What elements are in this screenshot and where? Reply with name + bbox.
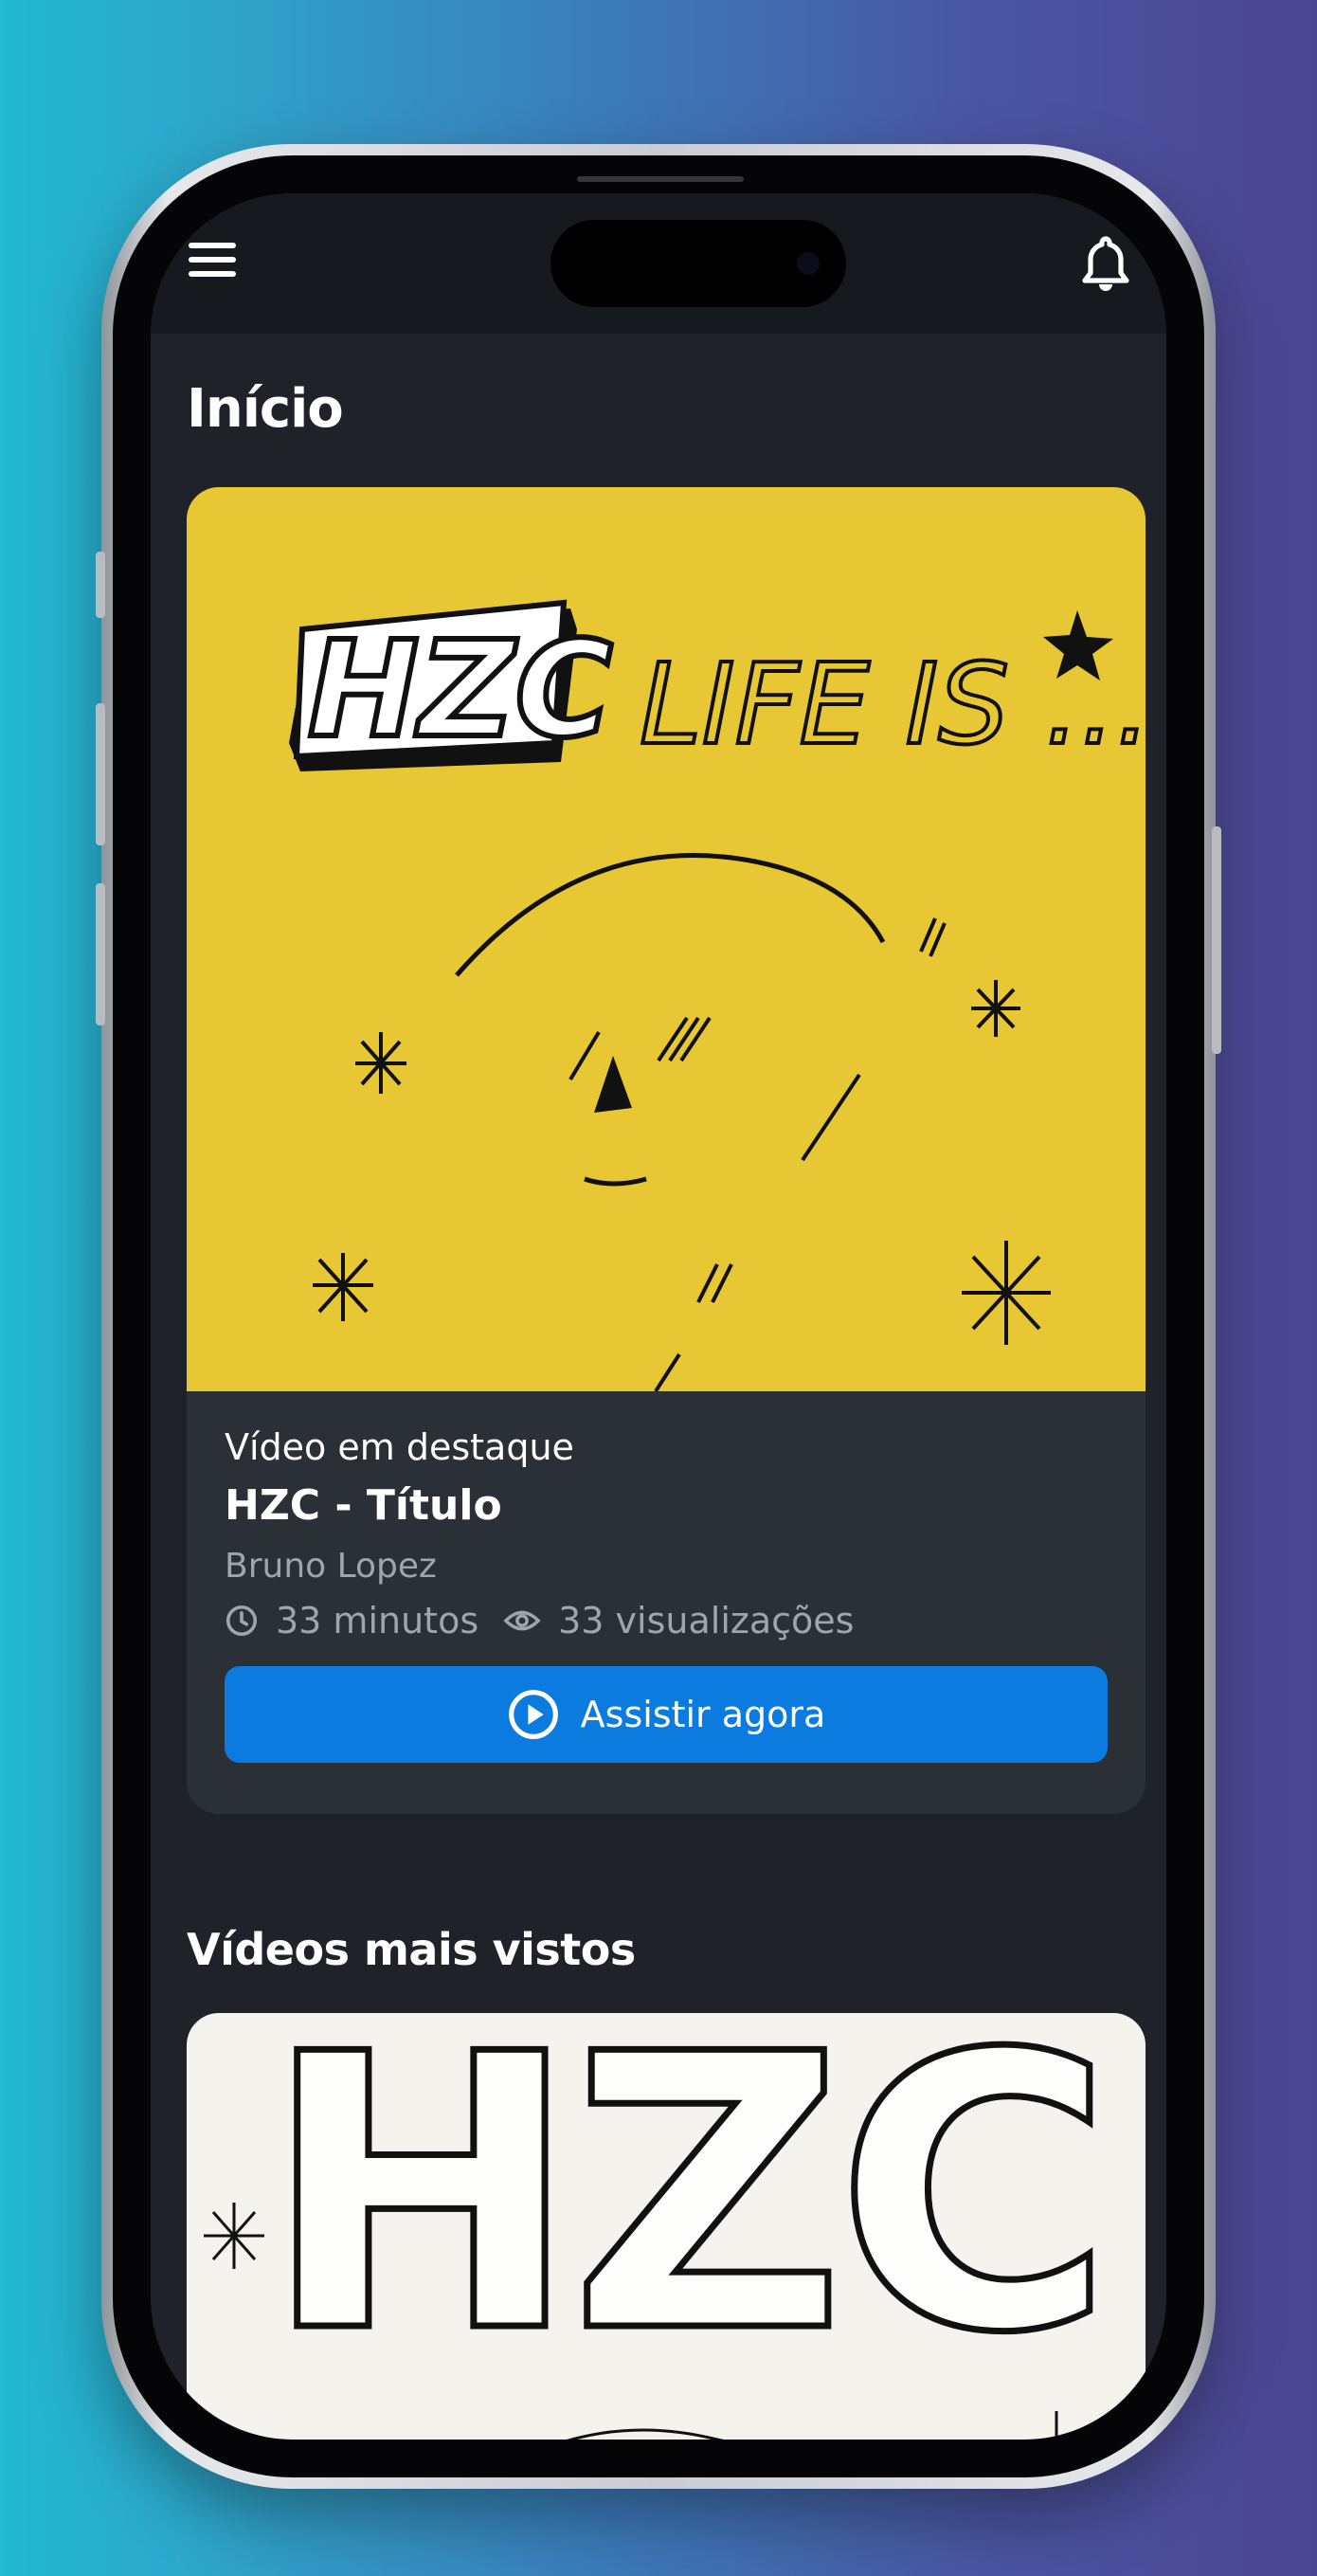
featured-video-card[interactable]: HZC LIFE IS ... Vídeo em destaque HZC - …: [187, 487, 1146, 1814]
video-duration: 33 minutos: [276, 1600, 479, 1642]
speaker-grille: [577, 176, 744, 182]
power-button: [1212, 826, 1221, 1054]
watch-now-button[interactable]: Assistir agora: [225, 1666, 1108, 1763]
featured-video-thumbnail[interactable]: HZC LIFE IS ...: [187, 487, 1146, 1393]
hzc-lettering: HZC: [262, 2013, 1104, 2416]
featured-video-info: Vídeo em destaque HZC - Título Bruno Lop…: [225, 1422, 1108, 1647]
thumbnail-illustration: HZC LIFE IS ...: [289, 599, 1146, 1393]
hzc-sketch-illustration: HZC: [204, 2013, 1117, 2440]
volume-down-button: [96, 883, 105, 1025]
phone-bezel: Início HZC LIFE IS ... Vídeo em destaque…: [113, 155, 1204, 2477]
app-screen: Início HZC LIFE IS ... Vídeo em destaque…: [151, 193, 1166, 2440]
front-camera: [797, 252, 820, 275]
volume-up-button: [96, 703, 105, 845]
logo-lettering: HZC: [308, 613, 612, 768]
video-views: 33 visualizações: [558, 1600, 855, 1642]
featured-video-meta: 33 minutos 33 visualizações: [225, 1594, 1108, 1647]
featured-video-title[interactable]: HZC - Título: [225, 1473, 1108, 1539]
play-circle-icon: [508, 1690, 558, 1739]
sparkle-icons: [313, 980, 1051, 1345]
clock-icon: [226, 1605, 258, 1637]
dynamic-island: [550, 220, 846, 307]
watch-now-label: Assistir agora: [580, 1694, 826, 1735]
featured-video-author: Bruno Lopez: [225, 1547, 437, 1586]
bell-icon[interactable]: [1081, 235, 1130, 292]
hamburger-menu-icon[interactable]: [189, 243, 236, 281]
most-viewed-video-thumbnail[interactable]: HZC: [187, 2013, 1146, 2440]
featured-label: Vídeo em destaque: [225, 1426, 574, 1468]
most-viewed-section-title: Vídeos mais vistos: [187, 1924, 636, 1975]
page-title: Início: [187, 378, 344, 440]
silent-switch: [96, 552, 105, 618]
phone-frame: Início HZC LIFE IS ... Vídeo em destaque…: [96, 144, 1221, 2489]
hzc-graffiti-logo: HZC: [289, 599, 615, 771]
eye-icon: [503, 1610, 541, 1631]
